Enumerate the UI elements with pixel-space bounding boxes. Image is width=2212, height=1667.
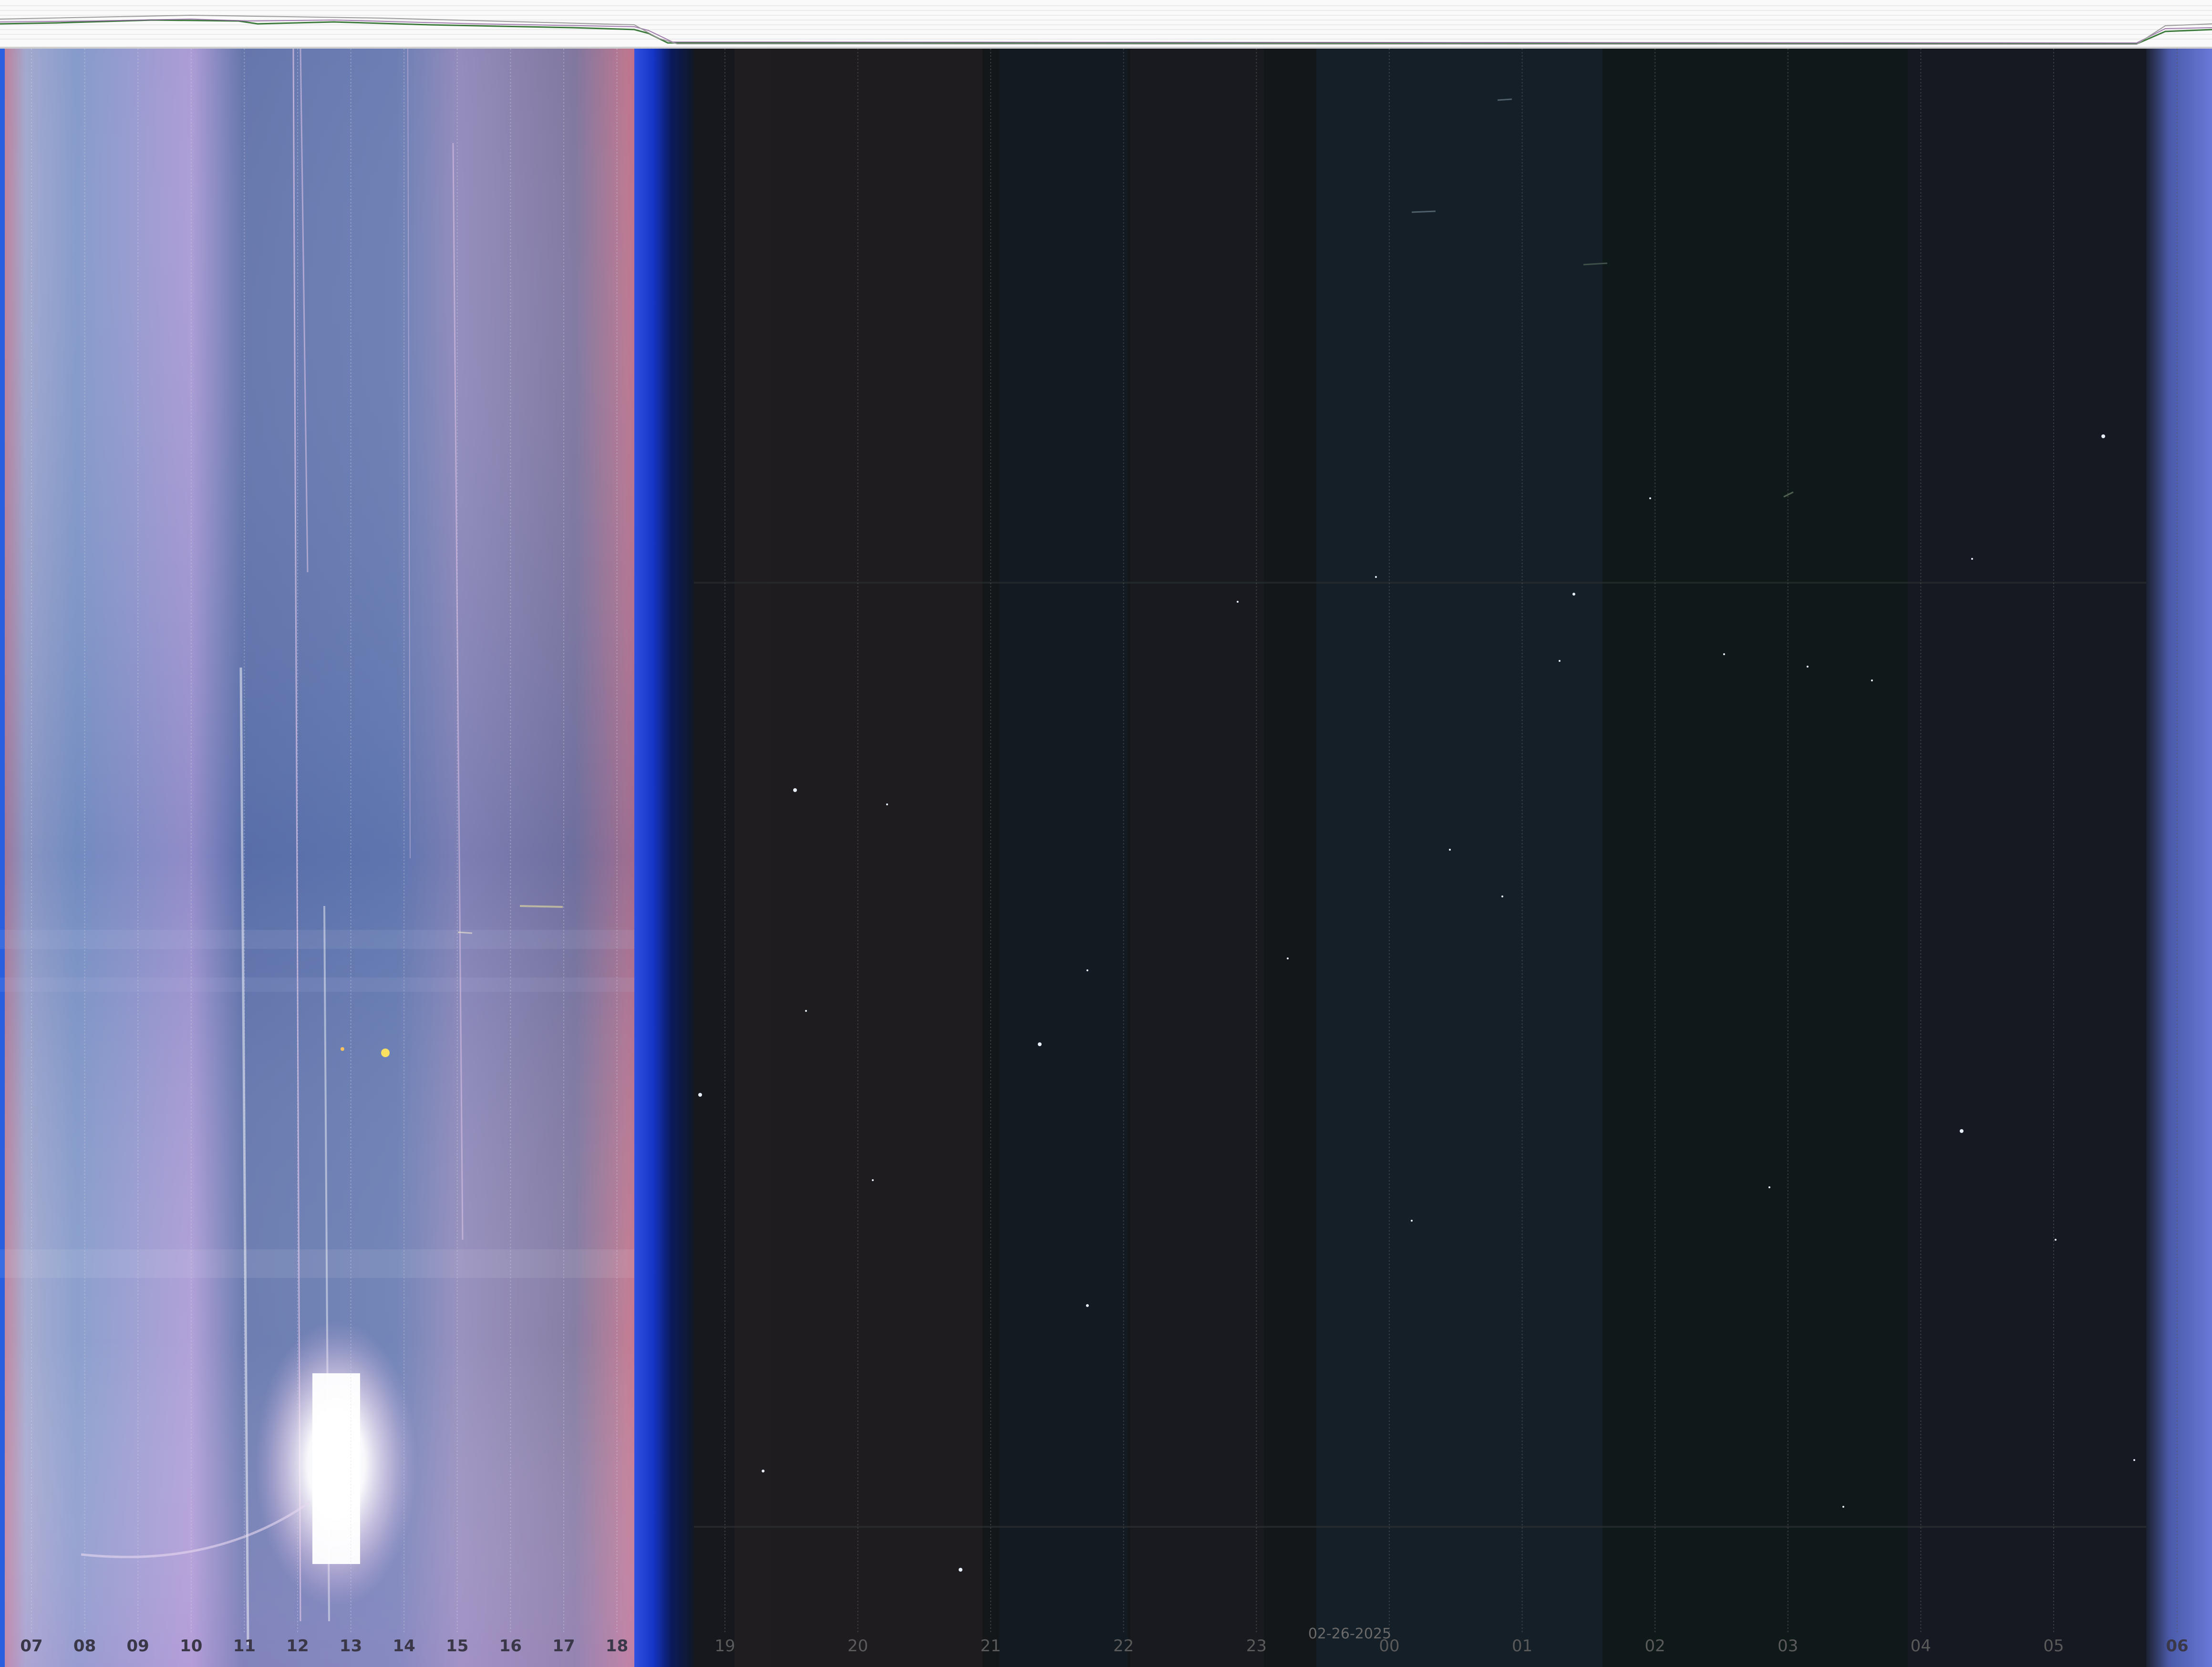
hour-label-16: 16 — [499, 1636, 522, 1656]
hour-label-21: 21 — [980, 1636, 1001, 1656]
hour-label-20: 20 — [847, 1636, 868, 1656]
daytime-section — [0, 47, 639, 1667]
hour-label-15: 15 — [446, 1636, 469, 1656]
hour-label-04: 04 — [1910, 1636, 1932, 1656]
graph-line-green — [0, 19, 2212, 45]
hour-label-02: 02 — [1644, 1636, 1665, 1656]
hour-label-07: 07 — [20, 1636, 43, 1656]
hour-label-01: 01 — [1511, 1636, 1533, 1656]
hour-label-08: 08 — [73, 1636, 96, 1656]
hour-label-13: 13 — [339, 1636, 362, 1656]
hour-label-06: 06 — [2166, 1636, 2189, 1656]
night-section — [694, 47, 2159, 1667]
date-label: 02-26-2025 — [1308, 1626, 1392, 1642]
keogram-image — [0, 47, 2212, 1667]
exposure-graph — [0, 0, 2212, 49]
dawn-band — [2146, 47, 2212, 1667]
hour-label-10: 10 — [180, 1636, 203, 1656]
hour-label-05: 05 — [2043, 1636, 2064, 1656]
hour-label-11: 11 — [233, 1636, 256, 1656]
hour-label-18: 18 — [605, 1636, 629, 1656]
dusk-band — [634, 47, 696, 1667]
hour-label-09: 09 — [126, 1636, 149, 1656]
hour-label-03: 03 — [1778, 1636, 1799, 1656]
hour-label-17: 17 — [552, 1636, 575, 1656]
hour-label-23: 23 — [1246, 1636, 1267, 1656]
hour-label-12: 12 — [286, 1636, 309, 1656]
hour-label-19: 19 — [714, 1636, 735, 1656]
hour-label-22: 22 — [1113, 1636, 1134, 1656]
hour-label-14: 14 — [393, 1636, 415, 1656]
